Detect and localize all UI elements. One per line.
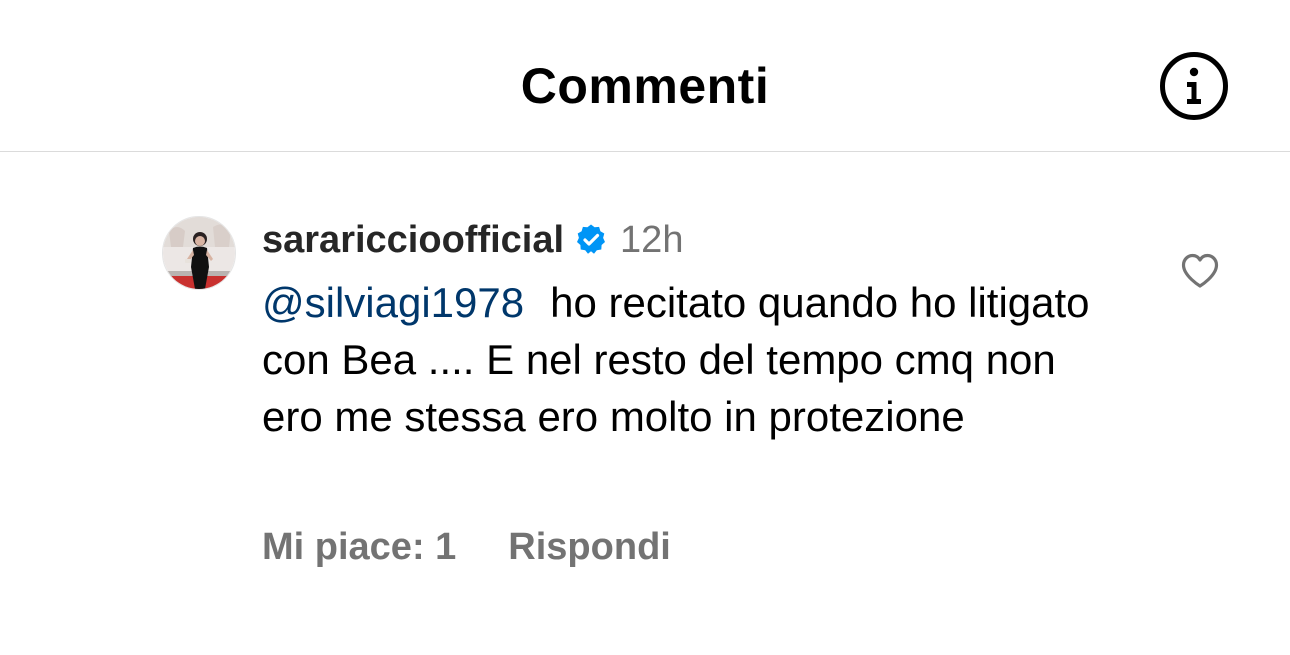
comment-username[interactable]: sarariccioofficial xyxy=(262,219,564,262)
comments-header: Commenti xyxy=(0,0,1290,152)
info-icon xyxy=(1160,52,1228,120)
comment-actions: Mi piace: 1 Rispondi xyxy=(262,526,671,569)
profile-photo xyxy=(163,217,235,289)
comment-timestamp: 12h xyxy=(620,218,684,261)
page-title: Commenti xyxy=(520,58,770,114)
mention-link[interactable]: @silviagi1978 xyxy=(262,279,524,326)
info-button[interactable] xyxy=(1158,50,1230,122)
comment-body: @silviagi1978 ho recitato quando ho litig… xyxy=(262,274,1122,445)
comment-item: sarariccioofficial 12h @silviagi1978 ho r… xyxy=(0,152,1290,655)
like-button[interactable] xyxy=(1180,252,1220,290)
comment-meta: sarariccioofficial 12h xyxy=(262,216,683,264)
likes-count[interactable]: Mi piace: 1 xyxy=(262,526,456,569)
heart-outline-icon xyxy=(1181,253,1219,288)
verified-badge-icon xyxy=(577,224,606,254)
avatar[interactable] xyxy=(162,216,236,290)
reply-button[interactable]: Rispondi xyxy=(508,526,671,569)
